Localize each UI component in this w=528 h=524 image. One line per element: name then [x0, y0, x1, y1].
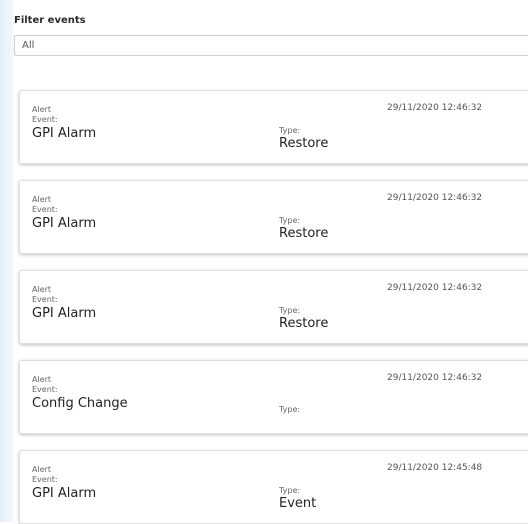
event-category: Alert: [32, 285, 52, 294]
left-edge-shade: [0, 0, 14, 522]
type-field-label: Type:: [279, 306, 301, 315]
event-timestamp: 29/11/2020 12:46:32: [387, 193, 483, 203]
event-field-label: Event:: [32, 115, 58, 124]
event-name: GPI Alarm: [32, 486, 97, 501]
event-type: Event: [279, 496, 317, 511]
event-type: Restore: [279, 136, 329, 151]
event-field-label: Event:: [32, 385, 58, 394]
event-field-label: Event:: [32, 475, 58, 484]
event-timestamp: 29/11/2020 12:46:32: [387, 103, 483, 113]
event-card[interactable]: Alert 29/11/2020 12:46:32 Event: Config …: [19, 360, 528, 434]
event-timestamp: 29/11/2020 12:46:32: [387, 373, 483, 383]
event-card[interactable]: Alert 29/11/2020 12:46:32 Event: GPI Ala…: [19, 180, 528, 254]
filter-events-select[interactable]: All: [14, 35, 528, 56]
event-type: Restore: [279, 316, 329, 331]
event-timestamp: 29/11/2020 12:46:32: [387, 283, 483, 293]
event-card[interactable]: Alert 29/11/2020 12:46:32 Event: GPI Ala…: [19, 270, 528, 344]
event-name: Config Change: [32, 396, 128, 411]
event-category: Alert: [32, 105, 52, 114]
type-field-label: Type:: [279, 126, 301, 135]
filter-events-label: Filter events: [14, 15, 86, 26]
event-name: GPI Alarm: [32, 216, 97, 231]
type-field-label: Type:: [279, 405, 301, 414]
event-field-label: Event:: [32, 295, 58, 304]
event-name: GPI Alarm: [32, 126, 97, 141]
event-category: Alert: [32, 195, 52, 204]
event-category: Alert: [32, 375, 52, 384]
event-timestamp: 29/11/2020 12:45:48: [387, 463, 483, 473]
type-field-label: Type:: [279, 216, 301, 225]
event-card[interactable]: Alert 29/11/2020 12:45:48 Event: GPI Ala…: [19, 450, 528, 524]
event-type: Restore: [279, 226, 329, 241]
event-name: GPI Alarm: [32, 306, 97, 321]
event-field-label: Event:: [32, 205, 58, 214]
event-card[interactable]: Alert 29/11/2020 12:46:32 Event: GPI Ala…: [19, 90, 528, 164]
type-field-label: Type:: [279, 486, 301, 495]
event-category: Alert: [32, 465, 52, 474]
